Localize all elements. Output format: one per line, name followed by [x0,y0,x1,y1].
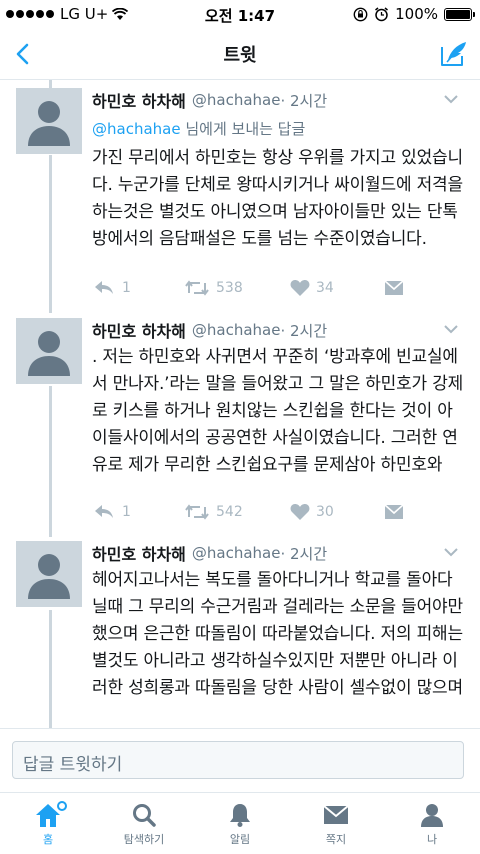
retweet-icon [185,280,209,296]
reply-context-text: 님에게 보내는 답글 [180,120,306,138]
tab-home[interactable]: 홈 [0,793,96,854]
tweet[interactable]: 하민호 하차해 @hachahae · 2시간 @hachahae 님에게 보내… [0,88,480,314]
chevron-down-icon[interactable] [442,90,460,108]
heart-icon [290,504,310,520]
compose-tweet-icon[interactable] [438,38,470,70]
tab-label: 홈 [42,833,54,846]
timestamp: · 2시간 [280,321,328,340]
rotation-lock-icon [353,7,368,21]
avatar[interactable] [16,318,82,384]
like-count: 30 [316,504,334,520]
tweet-text: 헤어지고나서는 복도를 돌아다니거나 학교를 돌아다닐때 그 무리의 수근거림과… [92,570,463,698]
bell-icon [230,804,250,827]
reply-count: 1 [122,504,131,520]
like-button[interactable]: 30 [290,503,384,521]
mention-link[interactable]: @hachahae [92,120,181,138]
chevron-down-icon[interactable] [442,543,460,561]
tweet-text: . 저는 하민호와 사귀면서 꾸준히 ‘방과후에 빈교실에서 만나자.’라는 말… [92,347,464,475]
retweet-icon [185,504,209,520]
handle[interactable]: @hachahae [192,321,281,339]
reply-button[interactable]: 1 [92,279,184,297]
avatar[interactable] [16,541,82,607]
tab-label: 쪽지 [325,833,347,846]
tweet-body: 하민호 하차해 @hachahae · 2시간 @hachahae 님에게 보내… [92,88,466,253]
new-content-dot [57,801,67,811]
direct-message-button[interactable] [384,280,404,296]
tweet-header: 하민호 하차해 @hachahae · 2시간 [92,541,466,565]
heart-icon [290,280,310,296]
tweet-header: 하민호 하차해 @hachahae · 2시간 [92,88,466,112]
battery-icon [444,7,475,21]
retweet-button[interactable]: 538 [184,279,290,297]
person-icon [421,804,443,827]
tab-notifications[interactable]: 알림 [192,793,288,854]
alarm-icon [375,6,389,21]
tab-bar: 홈 탐색하기 알림 쪽지 나 [0,792,480,854]
tweet-header: 하민호 하차해 @hachahae · 2시간 [92,318,466,342]
handle[interactable]: @hachahae [192,91,281,109]
like-count: 34 [316,280,334,296]
tweet[interactable]: 하민호 하차해 @hachahae · 2시간 . 저는 하민호와 사귀면서 꾸… [0,318,480,540]
display-name[interactable]: 하민호 하차해 [92,541,186,565]
avatar[interactable] [16,88,82,154]
retweet-count: 538 [216,280,243,296]
search-icon [133,804,156,827]
tweet-body: 하민호 하차해 @hachahae · 2시간 헤어지고나서는 복도를 돌아다니… [92,541,466,702]
envelope-icon [323,805,349,824]
status-right: 100% [353,5,475,23]
chevron-down-icon[interactable] [442,320,460,338]
tab-label: 탐색하기 [123,833,165,846]
tweet-text: 가진 무리에서 하민호는 항상 우위를 가지고 있었습니다. 누군가를 단체로 … [92,148,463,249]
retweet-count: 542 [216,504,243,520]
tab-explore[interactable]: 탐색하기 [96,793,192,854]
reply-composer: 답글 트윗하기 [0,728,480,792]
retweet-button[interactable]: 542 [184,503,290,521]
tweet-actions: 1 542 30 [92,500,404,524]
timestamp: · 2시간 [280,91,328,110]
tweet-actions: 1 538 34 [92,276,404,300]
tweet[interactable]: 하민호 하차해 @hachahae · 2시간 헤어지고나서는 복도를 돌아다니… [0,541,480,728]
reply-icon [95,281,113,294]
reply-count: 1 [122,280,131,296]
like-button[interactable]: 34 [290,279,384,297]
direct-message-button[interactable] [384,504,404,520]
timestamp: · 2시간 [280,544,328,563]
reply-button[interactable]: 1 [92,503,184,521]
display-name[interactable]: 하민호 하차해 [92,88,186,112]
display-name[interactable]: 하민호 하차해 [92,318,186,342]
reply-input[interactable]: 답글 트윗하기 [12,741,464,779]
envelope-icon [384,504,404,519]
reply-icon [95,505,113,518]
tab-me[interactable]: 나 [384,793,480,854]
handle[interactable]: @hachahae [192,544,281,562]
tweet-body: 하민호 하차해 @hachahae · 2시간 . 저는 하민호와 사귀면서 꾸… [92,318,466,479]
tab-label: 알림 [229,833,251,846]
envelope-icon [384,280,404,295]
tab-label: 나 [426,833,438,846]
thread-line [49,80,52,88]
tab-messages[interactable]: 쪽지 [288,793,384,854]
nav-bar: 트윗 [0,28,480,80]
default-avatar-icon [28,101,70,146]
status-bar: LG U+ 오전 1:47 100% [0,0,480,28]
battery-percent: 100% [395,5,438,23]
page-title: 트윗 [223,44,257,66]
reply-context: @hachahae 님에게 보내는 답글 [92,118,466,139]
default-avatar-icon [28,331,70,376]
default-avatar-icon [28,554,70,599]
back-arrow-icon[interactable] [10,40,38,68]
